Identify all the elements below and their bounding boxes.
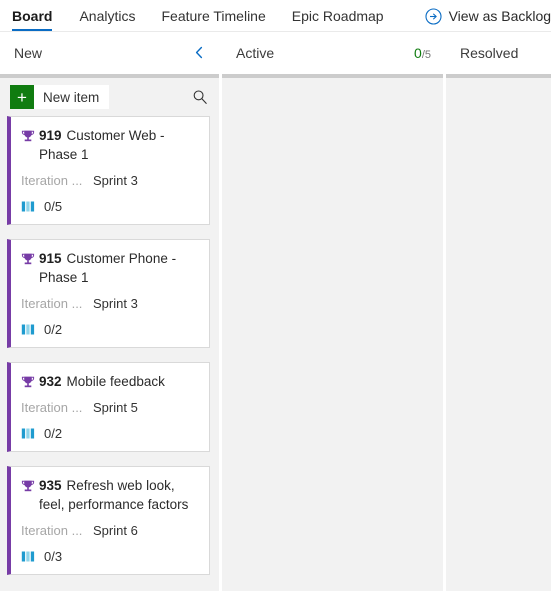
card-progress-text: 0/2 bbox=[44, 426, 63, 441]
card-field-label: Iteration ... bbox=[21, 400, 83, 415]
card-field-value: Sprint 5 bbox=[93, 400, 138, 415]
progress-bars-icon bbox=[21, 550, 37, 564]
search-icon[interactable] bbox=[189, 86, 211, 108]
column-header-new: New bbox=[0, 32, 219, 74]
card-title-row: 932 Mobile feedback bbox=[21, 372, 199, 391]
tab-board-label: Board bbox=[12, 8, 53, 24]
tab-analytics-label: Analytics bbox=[79, 8, 136, 24]
kanban-board: New + New item 919 Customer Web - Phase … bbox=[0, 32, 551, 591]
column-title-active: Active bbox=[236, 44, 275, 61]
table-row[interactable]: 935 Refresh web look, feel, performance f… bbox=[7, 466, 210, 575]
column-title-resolved: Resolved bbox=[460, 44, 519, 61]
card-progress-row: 0/2 bbox=[21, 322, 199, 337]
tab-board[interactable]: Board bbox=[12, 0, 66, 32]
tab-feature-timeline-label: Feature Timeline bbox=[161, 8, 266, 24]
view-as-backlog-label: View as Backlog bbox=[448, 8, 551, 24]
tab-epic-roadmap-label: Epic Roadmap bbox=[291, 8, 384, 24]
card-id: 935 bbox=[39, 478, 62, 493]
column-body-resolved[interactable] bbox=[446, 74, 551, 591]
new-item-button[interactable]: + New item bbox=[10, 85, 110, 109]
trophy-icon bbox=[21, 126, 39, 145]
card-title-row: 919 Customer Web - Phase 1 bbox=[21, 126, 199, 164]
card-field-label: Iteration ... bbox=[21, 296, 83, 311]
column-body-new: + New item 919 Customer Web - Phase 1 It… bbox=[0, 74, 219, 591]
progress-bars-icon bbox=[21, 427, 37, 441]
board-column-active: Active 0/5 bbox=[222, 32, 443, 591]
tab-feature-timeline[interactable]: Feature Timeline bbox=[148, 0, 278, 32]
card-title-row: 915 Customer Phone - Phase 1 bbox=[21, 249, 199, 287]
plus-icon: + bbox=[10, 85, 34, 109]
card-field-label: Iteration ... bbox=[21, 173, 83, 188]
card-id: 915 bbox=[39, 251, 62, 266]
card-title: Mobile feedback bbox=[66, 374, 165, 389]
column-wip-count: 0/5 bbox=[414, 45, 431, 61]
card-progress-row: 0/3 bbox=[21, 549, 199, 564]
card-progress-row: 0/5 bbox=[21, 199, 199, 214]
card-progress-row: 0/2 bbox=[21, 426, 199, 441]
card-text: 915 Customer Phone - Phase 1 bbox=[39, 249, 199, 287]
card-progress-text: 0/5 bbox=[44, 199, 63, 214]
card-field-row: Iteration ... Sprint 3 bbox=[21, 296, 199, 311]
card-field-row: Iteration ... Sprint 6 bbox=[21, 523, 199, 538]
trophy-icon bbox=[21, 476, 39, 495]
table-row[interactable]: 932 Mobile feedback Iteration ... Sprint … bbox=[7, 362, 210, 452]
board-column-new: New + New item 919 Customer Web - Phase … bbox=[0, 32, 219, 591]
board-column-resolved: Resolved bbox=[446, 32, 551, 591]
card-field-value: Sprint 3 bbox=[93, 296, 138, 311]
tab-epic-roadmap[interactable]: Epic Roadmap bbox=[279, 0, 397, 32]
card-id: 919 bbox=[39, 128, 62, 143]
column-title-new: New bbox=[14, 44, 43, 61]
column-wip-limit: /5 bbox=[421, 48, 431, 61]
column-body-active[interactable] bbox=[222, 74, 443, 591]
progress-bars-icon bbox=[21, 323, 37, 337]
card-text: 919 Customer Web - Phase 1 bbox=[39, 126, 199, 164]
progress-bars-icon bbox=[21, 200, 37, 214]
card-field-row: Iteration ... Sprint 5 bbox=[21, 400, 199, 415]
card-field-value: Sprint 3 bbox=[93, 173, 138, 188]
view-as-backlog-button[interactable]: View as Backlog bbox=[425, 7, 551, 25]
card-field-row: Iteration ... Sprint 3 bbox=[21, 173, 199, 188]
trophy-icon bbox=[21, 372, 39, 391]
card-list: 919 Customer Web - Phase 1 Iteration ... … bbox=[0, 116, 219, 575]
card-title-row: 935 Refresh web look, feel, performance f… bbox=[21, 476, 199, 514]
column-header-active: Active 0/5 bbox=[222, 32, 443, 74]
card-progress-text: 0/2 bbox=[44, 322, 63, 337]
card-field-value: Sprint 6 bbox=[93, 523, 138, 538]
tab-analytics[interactable]: Analytics bbox=[66, 0, 148, 32]
column-header-resolved: Resolved bbox=[446, 32, 551, 74]
trophy-icon bbox=[21, 249, 39, 268]
column-toolbar: + New item bbox=[0, 78, 219, 116]
card-field-label: Iteration ... bbox=[21, 523, 83, 538]
chevron-left-icon[interactable] bbox=[191, 45, 207, 61]
top-navigation-bar: Board Analytics Feature Timeline Epic Ro… bbox=[0, 0, 551, 32]
arrow-right-circle-icon bbox=[425, 7, 442, 25]
card-text: 932 Mobile feedback bbox=[39, 372, 165, 391]
card-id: 932 bbox=[39, 374, 62, 389]
column-count-value: 0 bbox=[414, 44, 422, 61]
new-item-label: New item bbox=[43, 89, 100, 105]
card-progress-text: 0/3 bbox=[44, 549, 63, 564]
table-row[interactable]: 915 Customer Phone - Phase 1 Iteration ..… bbox=[7, 239, 210, 348]
card-text: 935 Refresh web look, feel, performance f… bbox=[39, 476, 199, 514]
table-row[interactable]: 919 Customer Web - Phase 1 Iteration ... … bbox=[7, 116, 210, 225]
